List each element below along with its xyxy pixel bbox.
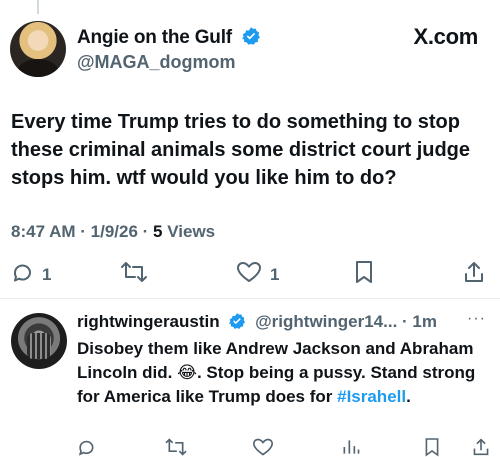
reply-text-body: Disobey them like Andrew Jackson and Abr… <box>77 339 476 406</box>
reply-avatar[interactable] <box>11 313 67 369</box>
heart-icon[interactable] <box>252 437 274 457</box>
reply-header: rightwingeraustin @rightwinger14... · 1m <box>77 312 437 335</box>
tweet-meta: 8:47 AM · 1/9/26 · 5 Views <box>11 222 216 241</box>
heart-icon <box>236 260 262 289</box>
tweet-date[interactable]: 1/9/26 <box>91 222 138 241</box>
more-options-icon[interactable]: ··· <box>467 310 486 328</box>
tweet-text: Every time Trump tries to do something t… <box>11 111 471 189</box>
share-button[interactable] <box>463 260 485 289</box>
verified-badge-icon <box>228 312 246 335</box>
thread-connector-line <box>37 0 39 14</box>
reply-button[interactable]: 1 <box>10 260 51 289</box>
reply-author-name[interactable]: rightwingeraustin <box>77 312 220 331</box>
share-icon <box>463 260 485 289</box>
reply-icon[interactable] <box>76 437 96 457</box>
reply-handle[interactable]: @rightwinger14... <box>255 312 397 331</box>
site-brand: X.com <box>413 24 478 49</box>
verified-badge-icon <box>241 26 261 52</box>
views-icon[interactable] <box>340 437 362 457</box>
share-icon[interactable] <box>472 437 490 457</box>
bookmark-button[interactable] <box>354 260 374 289</box>
retweet-button[interactable] <box>120 260 148 289</box>
views-label: Views <box>167 222 216 241</box>
reply-time[interactable]: 1m <box>412 312 437 331</box>
reply-text: Disobey them like Andrew Jackson and Abr… <box>77 337 497 409</box>
retweet-icon[interactable] <box>164 437 188 457</box>
author-name-text[interactable]: Angie on the Gulf <box>77 27 232 48</box>
bookmark-icon <box>354 260 374 289</box>
tweet-actions: 1 1 <box>0 256 500 292</box>
tweet-time[interactable]: 8:47 AM <box>11 222 76 241</box>
author-handle[interactable]: @MAGA_dogmom <box>77 52 236 73</box>
reply-actions <box>76 434 496 457</box>
divider <box>0 298 500 299</box>
like-count: 1 <box>270 264 280 284</box>
hashtag-link[interactable]: #Israhell <box>337 387 406 406</box>
reply-text-end: . <box>406 387 411 406</box>
bookmark-icon[interactable] <box>424 437 440 457</box>
reply-icon <box>10 260 34 289</box>
like-button[interactable]: 1 <box>236 260 279 289</box>
reply-count: 1 <box>42 264 52 284</box>
avatar[interactable] <box>10 21 66 77</box>
retweet-icon <box>120 260 148 289</box>
views-count: 5 <box>153 222 163 241</box>
author-name[interactable]: Angie on the Gulf <box>77 26 261 52</box>
